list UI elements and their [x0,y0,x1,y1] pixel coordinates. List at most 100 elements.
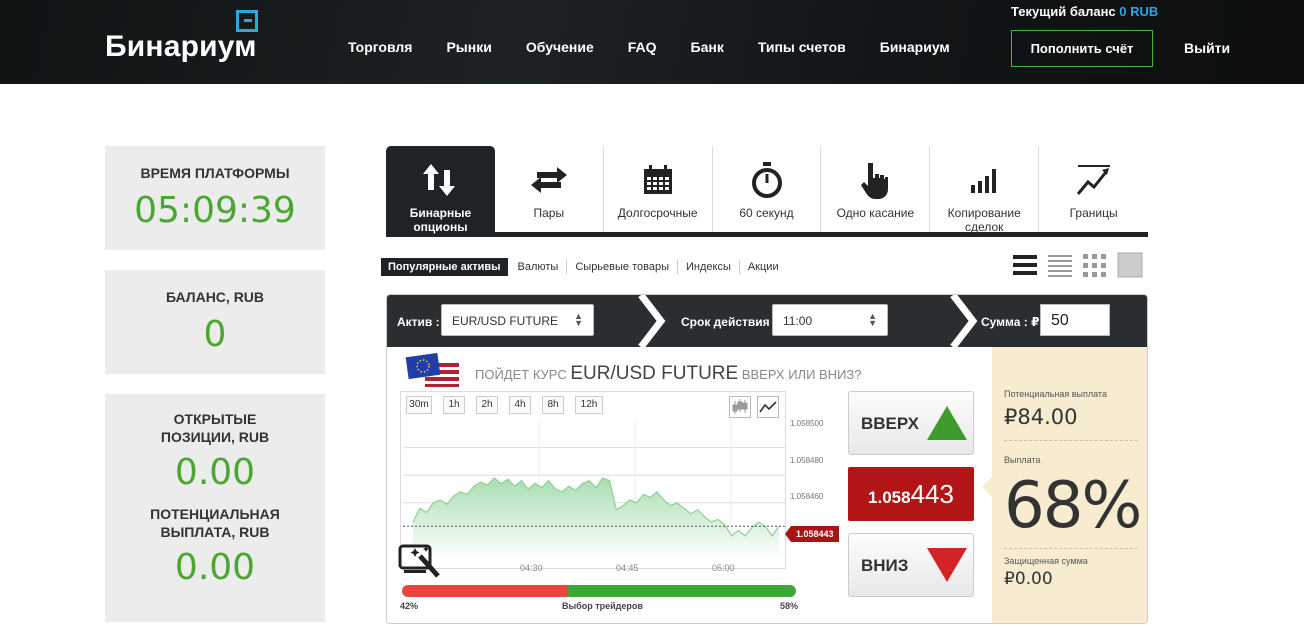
tab-label: Пары [533,206,565,220]
nav-trading[interactable]: Торговля [348,39,412,55]
platform-time-value: 05:09:39 [134,190,296,231]
y-tick-2: 1.058480 [790,456,824,465]
current-balance: Текущий баланс 0 RUB [1011,4,1158,19]
tab-pairs[interactable]: Пары [495,146,604,232]
option-type-tabs: Бинарные опционы Пары Долгосрочные 60 се… [386,146,1148,237]
view-compact-list-icon[interactable] [1047,252,1073,278]
balance-value: 0 [203,314,227,355]
balance-panel: БАЛАНС, RUB 0 [105,270,325,374]
tab-label: Долгосрочные [617,206,698,220]
swap-arrows-icon [495,158,603,202]
expiry-label: Срок действия : [681,315,777,329]
tab-boundaries[interactable]: Границы [1039,146,1148,232]
tab-label: Границы [1069,206,1118,220]
trade-panel: Актив : EUR/USD FUTURE ▲ ▼ Срок действия … [386,294,1148,624]
down-label: ВНИЗ [861,556,909,575]
price-prefix: 1.058 [868,488,911,507]
open-positions-label: ОТКРЫТЫЕ ПОЗИЦИИ, RUB [160,411,270,445]
calendar-icon [604,158,712,202]
nav-account-types[interactable]: Типы счетов [758,39,846,55]
asset-select[interactable]: EUR/USD FUTURE ▲ ▼ [441,304,594,336]
put-down-button[interactable]: ВНИЗ [848,533,974,597]
nav-bank[interactable]: Банк [691,39,724,55]
tab-one-touch[interactable]: Одно касание [821,146,931,232]
potential-payout-value: 0.00 [174,547,256,588]
expiry-select-value: 11:00 [783,314,813,328]
timeframe-30m[interactable]: 30m [406,396,432,414]
stopwatch-icon [713,158,821,202]
tab-60-seconds[interactable]: 60 секунд [713,146,822,232]
potential-payout-label: ПОТЕНЦИАЛЬНАЯ ВЫПЛАТА, RUB [150,506,280,540]
protected-amount-label: Защищенная сумма [1004,556,1088,566]
main-nav: Торговля Рынки Обучение FAQ Банк Типы сч… [348,39,984,55]
divider [1004,440,1138,441]
logo-mark-icon [236,10,258,32]
updown-arrows-icon [386,158,495,202]
traders-up-fill [567,585,796,597]
down-triangle-icon [927,548,967,582]
view-grid-icon[interactable] [1082,252,1108,278]
deposit-button[interactable]: Пополнить счёт [1011,30,1153,67]
magic-wand-icon[interactable] [398,542,444,584]
price-area [413,478,779,558]
tab-label: Копирование сделок [947,206,1021,234]
traders-choice-bar [402,585,796,597]
tab-copy-trading[interactable]: Копирование сделок [930,146,1040,234]
tab-label: Бинарные опционы [409,206,472,234]
filter-indices[interactable]: Индексы [678,260,740,274]
price-line [412,477,780,537]
amount-label: Сумма : ₽ [981,315,1040,329]
question-prefix: ПОЙДЕТ КУРС [475,367,567,382]
asset-select-value: EUR/USD FUTURE [452,314,559,328]
timeframe-4h[interactable]: 4h [509,396,531,414]
price-suffix: 443 [910,479,954,509]
traders-up-pct: 58% [780,601,799,611]
question-asset: EUR/USD FUTURE [570,363,739,384]
call-up-button[interactable]: ВВЕРХ [848,391,974,455]
payout-percent: 68% [1004,469,1142,543]
candles-icon[interactable] [729,396,751,418]
logo[interactable]: Бинариум [105,30,257,64]
potential-payout-value: ₽84.00 [1004,405,1078,429]
select-arrows-icon: ▲ ▼ [574,311,583,328]
view-switcher [1012,252,1143,278]
logout-link[interactable]: Выйти [1184,40,1230,56]
nav-markets[interactable]: Рынки [446,39,491,55]
x-tick-1: 04:30 [520,563,543,573]
nav-faq[interactable]: FAQ [628,39,657,55]
amount-input[interactable]: 50 [1040,304,1110,336]
timeframe-12h[interactable]: 12h [575,396,603,414]
bars-icon [930,158,1038,202]
current-balance-value: 0 RUB [1119,4,1159,19]
filter-stocks[interactable]: Акции [740,260,787,274]
timeframe-8h[interactable]: 8h [542,396,564,414]
line-chart-icon[interactable] [757,396,779,418]
payout-label: Выплата [1004,455,1041,465]
eu-us-flags-icon [405,353,459,387]
select-arrows-icon: ▲ ▼ [868,311,877,328]
platform-time-panel: ВРЕМЯ ПЛАТФОРМЫ 05:09:39 [105,146,325,250]
filter-currencies[interactable]: Валюты [510,260,568,274]
traders-label: Выбор трейдеров [562,601,643,611]
price-chart[interactable]: 30m 1h 2h 4h 8h 12h [398,391,786,578]
trend-line-icon [1039,158,1148,202]
timeframe-1h[interactable]: 1h [443,396,465,414]
potential-payout-label: Потенциальная выплата [1004,389,1107,399]
tab-long-term[interactable]: Долгосрочные [604,146,713,232]
view-large-list-icon[interactable] [1012,252,1038,278]
top-header: Бинариум Торговля Рынки Обучение FAQ Бан… [0,0,1304,84]
tab-label: Одно касание [836,206,915,220]
timeframe-2h[interactable]: 2h [476,396,498,414]
view-tile-icon[interactable] [1117,252,1143,278]
expiry-select[interactable]: 11:00 ▲ ▼ [772,304,888,336]
x-tick-3: 05:00 [712,563,735,573]
nav-education[interactable]: Обучение [526,39,594,55]
balance-label: БАЛАНС, RUB [165,289,265,305]
tab-binary-options[interactable]: Бинарные опционы [386,146,495,234]
filter-commodities[interactable]: Сырьевые товары [567,260,678,274]
nav-binarium[interactable]: Бинариум [880,39,950,55]
filter-popular[interactable]: Популярные активы [381,258,508,276]
trade-params-bar: Актив : EUR/USD FUTURE ▲ ▼ Срок действия … [387,295,1147,347]
tab-label: 60 секунд [739,206,794,220]
traders-down-fill [402,585,568,597]
